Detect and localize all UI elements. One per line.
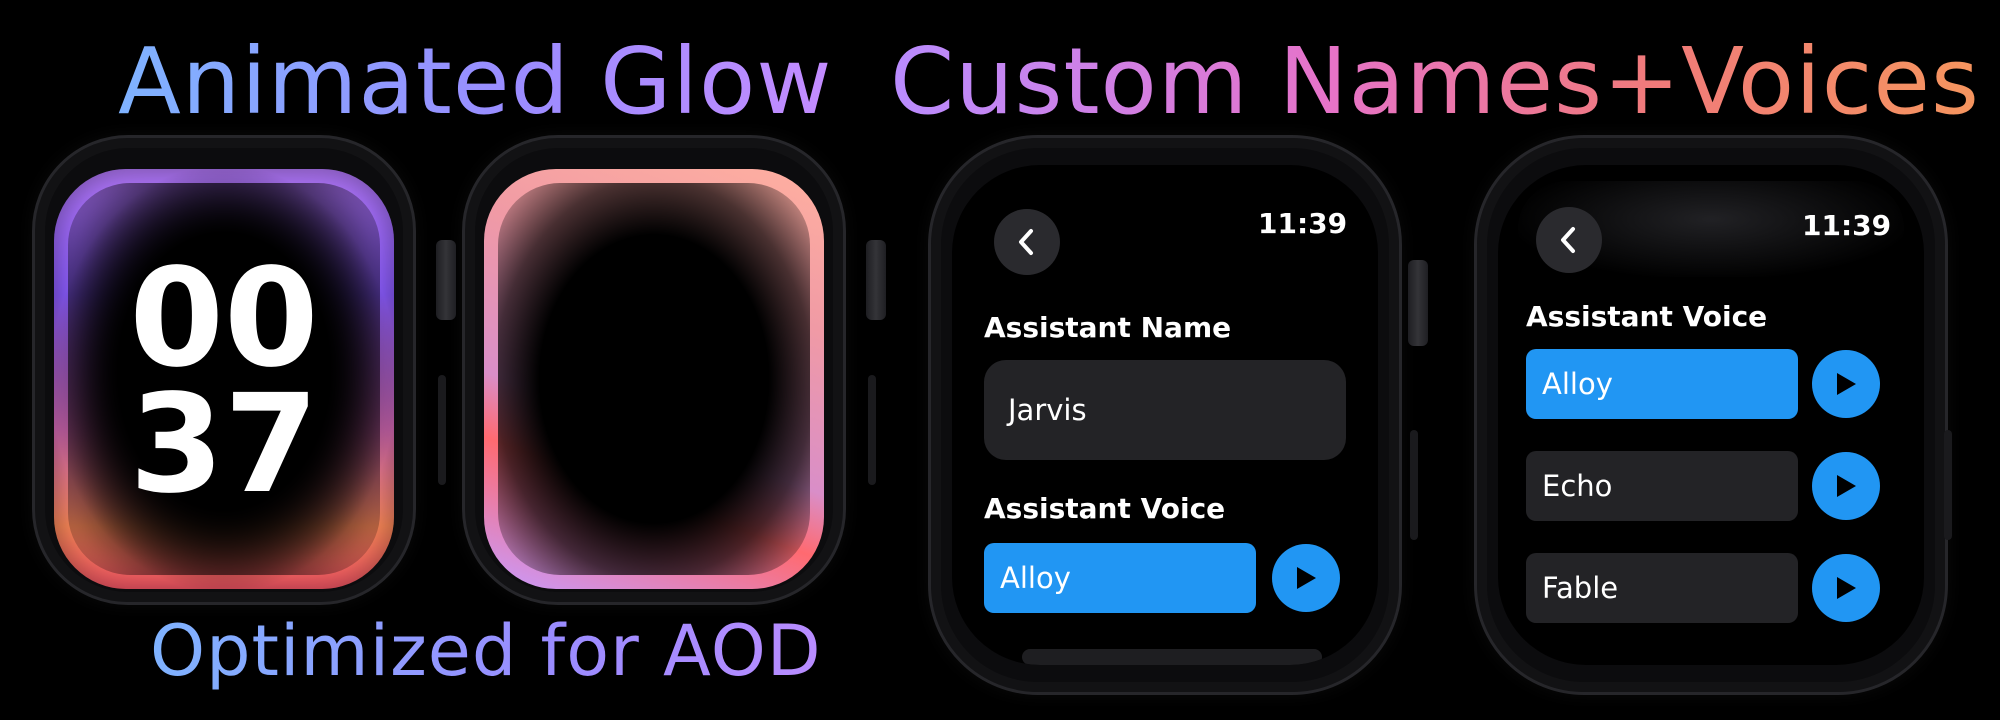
voice-option-fable[interactable]: Fable — [1526, 553, 1798, 623]
play-icon — [1837, 475, 1856, 497]
watch-voice-list: 11:39 Assistant Voice Alloy Echo Fable — [1474, 135, 1948, 695]
scroll-next-item — [1022, 649, 1322, 665]
play-icon — [1837, 577, 1856, 599]
watch-aod-crown — [866, 240, 886, 320]
animated-glow-headline: Animated Glow — [118, 28, 833, 135]
aod-glow-screen — [484, 169, 824, 589]
back-button[interactable] — [994, 209, 1060, 275]
optimized-aod-headline: Optimized for AOD — [150, 610, 822, 692]
time-minutes: 37 — [129, 366, 319, 524]
play-alloy-button[interactable] — [1812, 350, 1880, 418]
play-echo-button[interactable] — [1812, 452, 1880, 520]
play-icon — [1297, 567, 1316, 589]
watch-glow-face: 00 37 — [32, 135, 416, 605]
assistant-voice-label: Assistant Voice — [984, 492, 1226, 525]
play-fable-button[interactable] — [1812, 554, 1880, 622]
watch-name-side-button — [1410, 430, 1418, 540]
name-settings-screen: 11:39 Assistant Name Jarvis Assistant Vo… — [952, 165, 1378, 665]
custom-names-voices-headline: Custom Names+Voices — [890, 28, 1980, 135]
assistant-name-input[interactable]: Jarvis — [984, 360, 1346, 460]
voice-option-echo[interactable]: Echo — [1526, 451, 1798, 521]
play-icon — [1837, 373, 1856, 395]
clock-time: 11:39 — [1258, 207, 1348, 240]
chevron-left-icon — [1019, 229, 1033, 255]
back-button[interactable] — [1536, 207, 1602, 273]
chevron-left-icon — [1561, 227, 1575, 253]
play-voice-button[interactable] — [1272, 544, 1340, 612]
voice-option-alloy[interactable]: Alloy — [1526, 349, 1798, 419]
aod-screen-inner — [498, 183, 810, 575]
watch-voices-side-button — [1944, 430, 1952, 540]
watch-name-settings: 11:39 Assistant Name Jarvis Assistant Vo… — [928, 135, 1402, 695]
watch-aod-face — [462, 135, 846, 605]
voice-list-screen: 11:39 Assistant Voice Alloy Echo Fable — [1498, 165, 1924, 665]
watch-glow-crown — [436, 240, 456, 320]
assistant-name-label: Assistant Name — [984, 311, 1232, 344]
watch-aod-side-button — [868, 375, 876, 485]
assistant-voice-label: Assistant Voice — [1526, 300, 1768, 333]
voice-select[interactable]: Alloy — [984, 543, 1256, 613]
glow-screen: 00 37 — [54, 169, 394, 589]
watch-name-crown — [1408, 260, 1428, 346]
watch-glow-side-button — [438, 375, 446, 485]
clock-time: 11:39 — [1802, 209, 1892, 242]
